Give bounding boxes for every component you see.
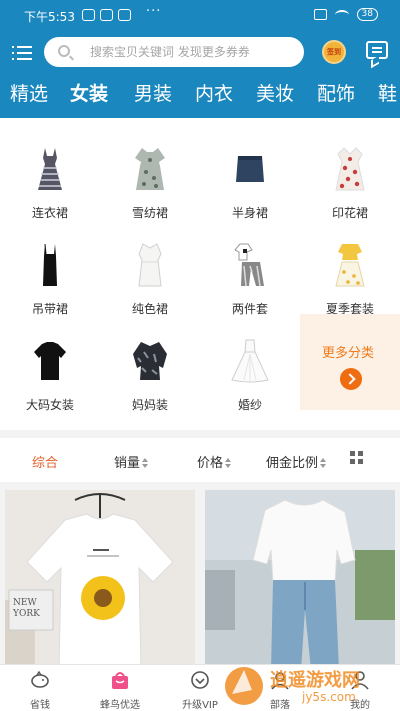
status-bar: 下午5:53 ··· 38 [0,0,400,30]
category-label: 婚纱 [237,398,262,412]
message-icon[interactable] [366,41,388,59]
category-dress[interactable]: 连衣裙 [7,146,93,221]
sort-sales-label: 销量 [114,456,141,471]
wedding-gown-icon [231,339,269,383]
nav-selection[interactable]: 蜂鸟优选 [85,665,155,711]
sort-commission-label: 佣金比例 [266,456,319,471]
category-chiffon[interactable]: 雪纺裙 [107,146,193,221]
tab-featured[interactable]: 精选 [10,82,48,106]
category-label: 纯色裙 [131,302,168,316]
app-header: 签到 精选 女装 男装 内衣 美妆 配饰 鞋 [0,30,400,118]
grid-view-icon[interactable] [350,451,363,464]
sort-arrows-icon [142,458,149,468]
site-watermark: 逍遥游戏网 jy5s.com [222,660,400,711]
sort-arrows-icon [320,458,327,468]
mom-blouse-icon [133,342,167,380]
category-label: 连衣裙 [31,206,68,220]
sort-arrows-icon [225,458,232,468]
wifi-icon [334,9,349,20]
status-time: 下午5:53 [24,10,75,24]
category-print-dress[interactable]: 印花裙 [307,146,393,221]
denim-skirt-icon [236,156,264,182]
product-image [205,490,395,670]
more-categories-button[interactable]: 更多分类 [300,314,400,410]
category-label: 半身裙 [231,206,268,220]
sort-comprehensive[interactable]: 综合 [32,452,58,471]
product-card[interactable] [205,490,395,670]
black-tee-icon [34,342,66,380]
watermark-sub: jy5s.com [302,690,356,704]
tab-shoes[interactable]: 鞋 [378,82,397,106]
nav-label: 省钱 [30,700,50,711]
category-slip-dress[interactable]: 吊带裙 [7,242,93,317]
nav-label: 蜂鸟优选 [100,700,140,711]
category-skirt[interactable]: 半身裙 [207,146,293,221]
category-solid-dress[interactable]: 纯色裙 [107,242,193,317]
category-label: 吊带裙 [31,302,68,316]
category-label: 印花裙 [331,206,368,220]
category-wedding[interactable]: 婚纱 [207,338,293,413]
shopping-bag-icon [112,672,128,689]
print-dress-icon [335,147,365,191]
vip-icon [191,671,209,689]
category-tabs: 精选 女装 男装 内衣 美妆 配饰 鞋 [0,82,400,112]
category-mom-wear[interactable]: 妈妈装 [107,338,193,413]
sort-price[interactable]: 价格 [197,452,232,471]
slip-dress-icon [43,243,57,286]
nav-save-money[interactable]: 省钱 [5,665,75,711]
tab-beauty[interactable]: 美妆 [256,82,294,106]
category-label: 大码女装 [25,398,74,412]
more-categories-label: 更多分类 [322,346,375,361]
sim-icon [313,9,327,20]
battery-icon: 38 [356,8,378,21]
more-notifications-dots: ··· [146,4,162,19]
category-plus-size[interactable]: 大码女装 [7,338,93,413]
category-label: 雪纺裙 [131,206,168,220]
tab-accessories[interactable]: 配饰 [317,82,355,106]
sort-bar: 综合 销量 价格 佣金比例 [0,438,400,482]
sort-commission[interactable]: 佣金比例 [266,452,327,471]
two-piece-icon [234,243,264,287]
watermark-text: 逍遥游戏网 [270,670,360,691]
search-input[interactable] [90,37,295,67]
notification-icon [82,9,95,21]
notification-icon [118,9,131,21]
search-icon [58,45,70,57]
tab-womens[interactable]: 女装 [70,82,108,106]
category-two-piece[interactable]: 两件套 [207,242,293,317]
tab-mens[interactable]: 男装 [134,82,172,106]
sort-price-label: 价格 [197,456,224,471]
tab-underwear[interactable]: 内衣 [195,82,233,106]
white-dress-icon [138,243,162,287]
menu-icon[interactable] [12,44,32,60]
category-label: 两件套 [231,302,268,316]
product-print-text: NEW YORK [13,598,40,619]
floral-dress-icon [135,148,165,190]
striped-dress-icon [38,148,62,190]
subcategory-grid: 连衣裙 雪纺裙 半身裙 印花裙 吊带裙 纯色裙 两件套 夏季套装 大码女装 妈妈… [0,118,400,430]
chevron-right-icon [340,368,362,390]
summer-set-icon [335,244,365,287]
signin-badge[interactable]: 签到 [322,40,346,64]
category-label: 妈妈装 [131,398,168,412]
notification-icon [100,9,113,21]
product-card[interactable]: NEW YORK [5,490,195,670]
category-summer-set[interactable]: 夏季套装 [307,242,393,317]
product-image [5,490,195,670]
notification-icons [82,9,131,21]
active-tab-indicator [75,60,105,63]
sort-sales[interactable]: 销量 [114,452,149,471]
piggy-bank-icon [31,670,49,688]
